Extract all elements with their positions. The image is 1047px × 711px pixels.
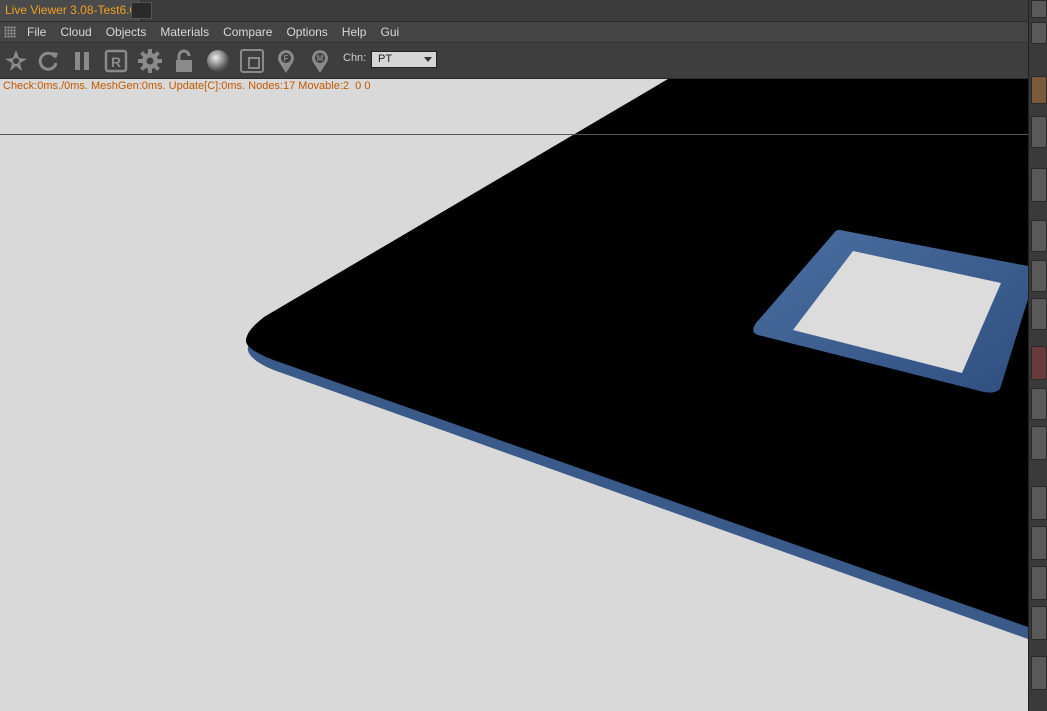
sidebar-button-11[interactable] [1031,426,1047,460]
sidebar-button-7[interactable] [1031,260,1047,292]
pause-icon[interactable] [68,47,96,75]
menu-objects[interactable]: Objects [99,22,154,42]
octane-logo-icon[interactable] [2,47,30,75]
sidebar-button-4[interactable] [1031,116,1047,148]
menu: File Cloud Objects Materials Compare Opt… [20,22,406,42]
sidebar-button-6[interactable] [1031,220,1047,252]
render-scene [246,79,1028,639]
menu-help[interactable]: Help [335,22,374,42]
svg-text:R: R [111,54,121,70]
menu-materials[interactable]: Materials [153,22,216,42]
menu-gui[interactable]: Gui [373,22,406,42]
viewport-divider [0,134,1028,135]
sidebar-button-1[interactable] [1031,0,1047,18]
channel-select[interactable]: PT [371,51,437,68]
focus-pin-icon[interactable]: F [272,47,300,75]
svg-text:M: M [317,54,324,63]
status-text: Check:0ms./0ms. MeshGen:0ms. Update[C]:0… [3,80,371,92]
settings-gear-icon[interactable] [136,47,164,75]
sidebar-button-5[interactable] [1031,168,1047,202]
sidebar-button-12[interactable] [1031,486,1047,520]
chevron-down-icon [424,57,432,62]
menu-compare[interactable]: Compare [216,22,279,42]
sidebar-button-9[interactable] [1031,346,1047,380]
tab-live-viewer[interactable]: Live Viewer 3.08-Test6.0 [0,0,143,21]
title-bar: Live Viewer 3.08-Test6.0 [0,0,1028,22]
right-sidebar [1028,0,1047,711]
menu-file[interactable]: File [20,22,53,42]
sidebar-button-15[interactable] [1031,606,1047,640]
render-viewport[interactable]: Check:0ms./0ms. MeshGen:0ms. Update[C]:0… [0,79,1028,711]
new-tab-button[interactable] [131,2,152,19]
menu-grip-icon[interactable] [4,26,16,38]
render-region-icon[interactable] [238,47,266,75]
svg-text:F: F [284,54,289,63]
material-sphere-icon[interactable] [204,47,232,75]
sidebar-button-16[interactable] [1031,656,1047,690]
toolbar: R F M Chn: PT [0,43,1028,79]
lock-icon[interactable] [170,47,198,75]
channel-value: PT [378,53,393,65]
sidebar-button-8[interactable] [1031,298,1047,330]
menu-cloud[interactable]: Cloud [53,22,98,42]
refresh-icon[interactable] [34,47,62,75]
material-pin-icon[interactable]: M [306,47,334,75]
sidebar-button-2[interactable] [1031,22,1047,44]
channel-label: Chn: [343,52,367,64]
sidebar-button-14[interactable] [1031,566,1047,600]
sidebar-button-3[interactable] [1031,76,1047,104]
sidebar-button-10[interactable] [1031,388,1047,420]
menu-options[interactable]: Options [279,22,334,42]
sidebar-button-13[interactable] [1031,526,1047,560]
menu-bar: File Cloud Objects Materials Compare Opt… [0,22,1028,43]
region-r-icon[interactable]: R [102,47,130,75]
